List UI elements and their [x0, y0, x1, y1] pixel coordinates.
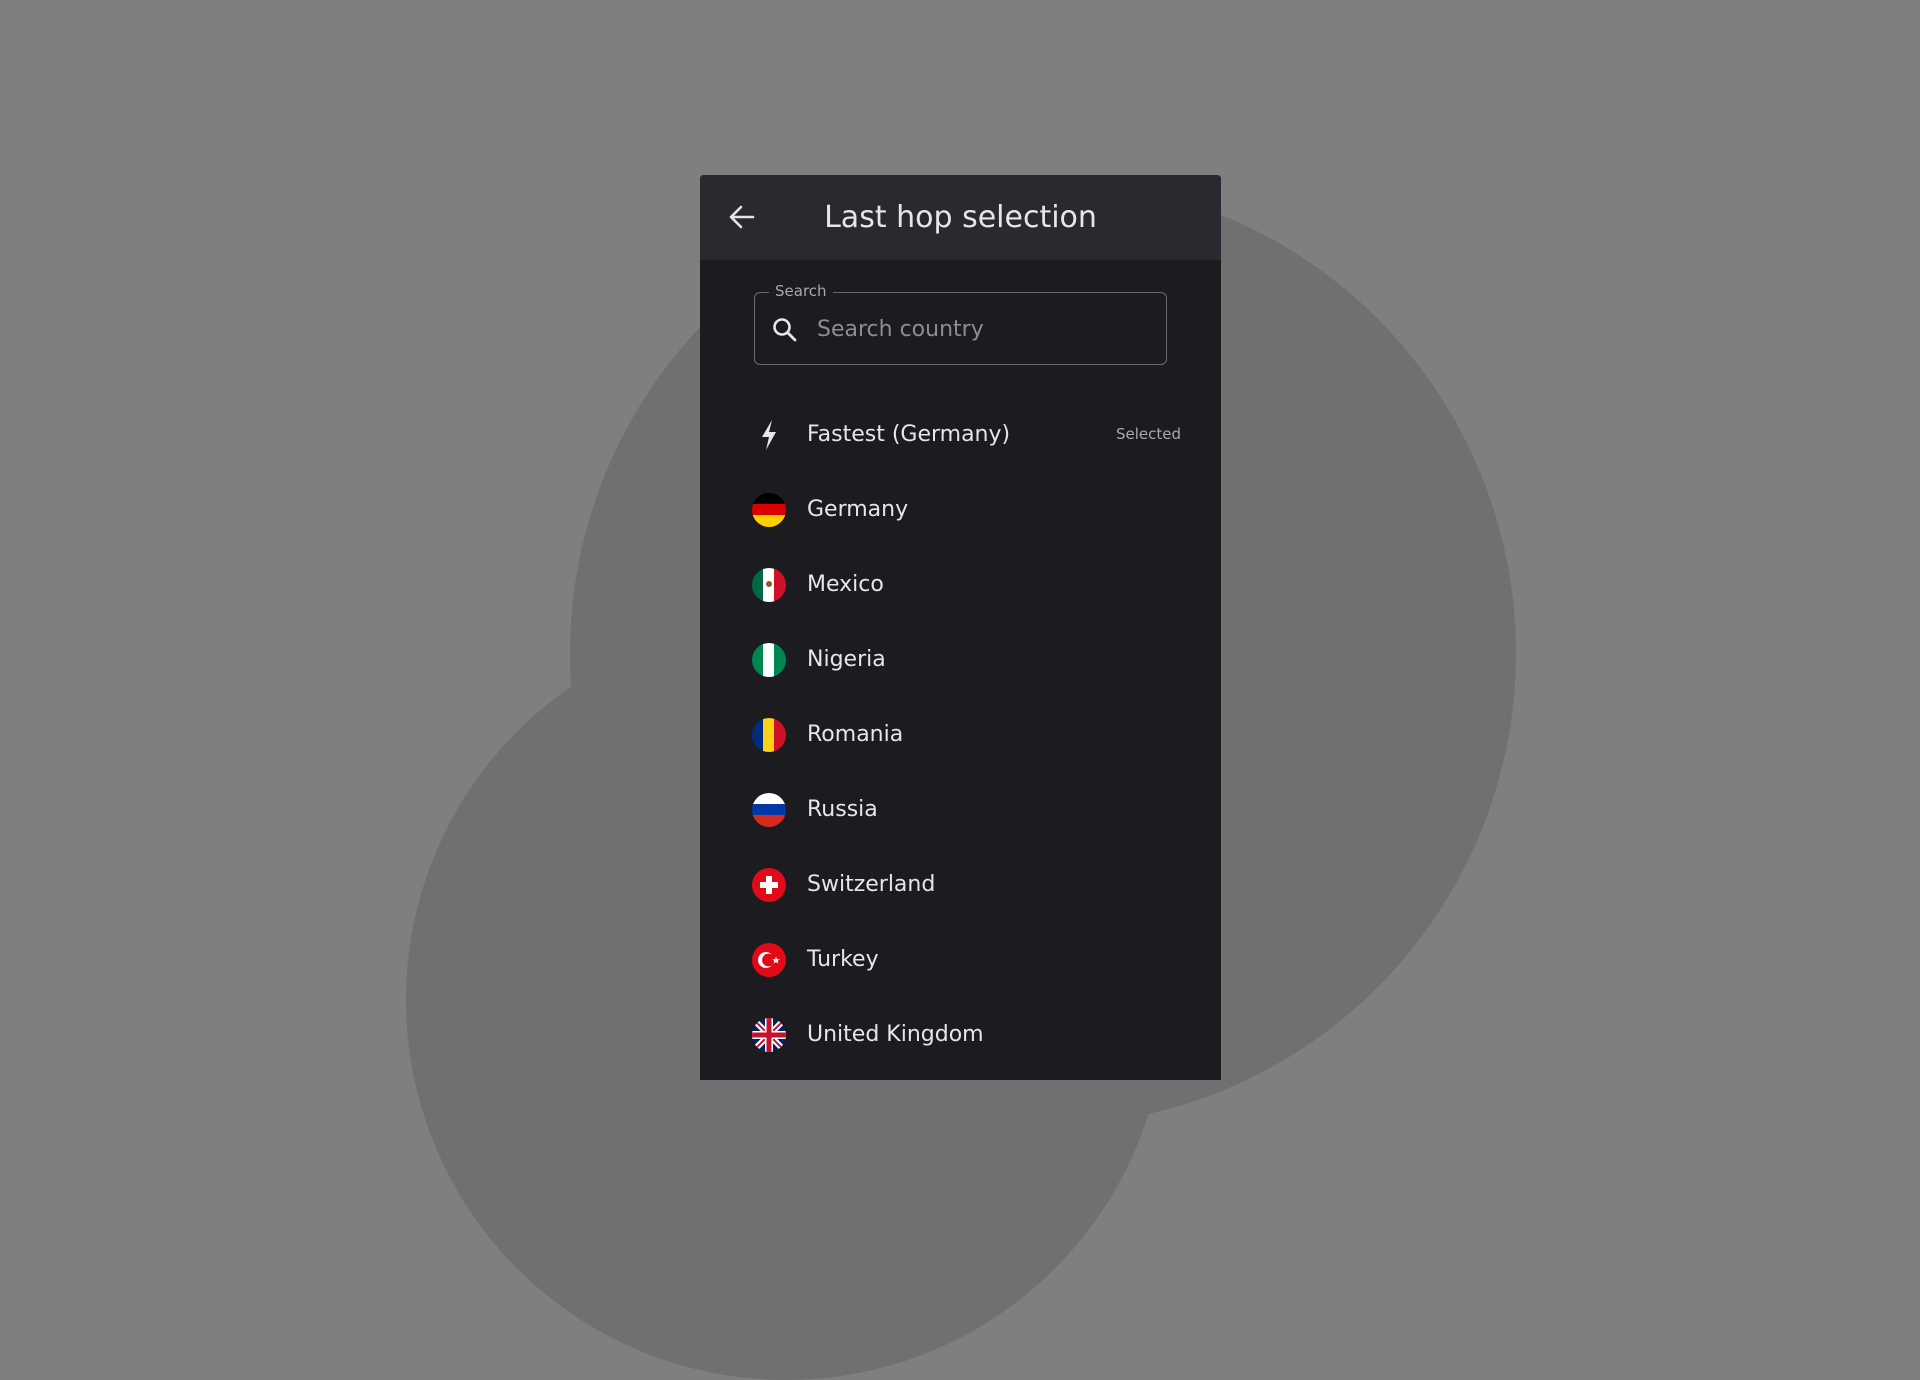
- flag-nigeria-icon: [752, 643, 786, 677]
- list-item-label: Russia: [807, 797, 878, 822]
- country-list: Fastest (Germany) Selected Germany Mexic…: [700, 397, 1221, 1072]
- bolt-icon: [762, 420, 776, 450]
- arrow-left-icon: [729, 205, 755, 229]
- flag-romania-icon: [752, 718, 786, 752]
- flag-germany-icon: [752, 493, 786, 527]
- list-item-united-kingdom[interactable]: United Kingdom: [700, 997, 1221, 1072]
- list-item-turkey[interactable]: Turkey: [700, 922, 1221, 997]
- flag-uk-icon: [752, 1018, 786, 1052]
- header-bar: Last hop selection: [700, 175, 1221, 260]
- search-icon: [773, 318, 797, 342]
- list-item-germany[interactable]: Germany: [700, 472, 1221, 547]
- list-item-nigeria[interactable]: Nigeria: [700, 622, 1221, 697]
- list-item-russia[interactable]: Russia: [700, 772, 1221, 847]
- list-item-switzerland[interactable]: Switzerland: [700, 847, 1221, 922]
- selected-badge: Selected: [1115, 425, 1181, 443]
- search-input[interactable]: [815, 293, 1159, 366]
- flag-switzerland-icon: [752, 868, 786, 902]
- flag-mexico-icon: [752, 568, 786, 602]
- back-button[interactable]: [722, 197, 762, 237]
- list-item-mexico[interactable]: Mexico: [700, 547, 1221, 622]
- list-item-label: Fastest (Germany): [807, 422, 1011, 447]
- list-item-label: United Kingdom: [807, 1022, 984, 1047]
- list-item-romania[interactable]: Romania: [700, 697, 1221, 772]
- list-item-label: Mexico: [807, 572, 884, 597]
- flag-turkey-icon: [752, 943, 786, 977]
- list-item-label: Nigeria: [807, 647, 886, 672]
- hop-selection-window: Last hop selection Search Fastest (Germa…: [700, 175, 1221, 1080]
- list-item-fastest[interactable]: Fastest (Germany) Selected: [700, 397, 1221, 472]
- flag-russia-icon: [752, 793, 786, 827]
- list-item-label: Turkey: [807, 947, 879, 972]
- search-field[interactable]: Search: [754, 282, 1167, 366]
- page-title: Last hop selection: [824, 200, 1097, 235]
- list-item-label: Switzerland: [807, 872, 936, 897]
- list-item-label: Romania: [807, 722, 904, 747]
- list-item-label: Germany: [807, 497, 909, 522]
